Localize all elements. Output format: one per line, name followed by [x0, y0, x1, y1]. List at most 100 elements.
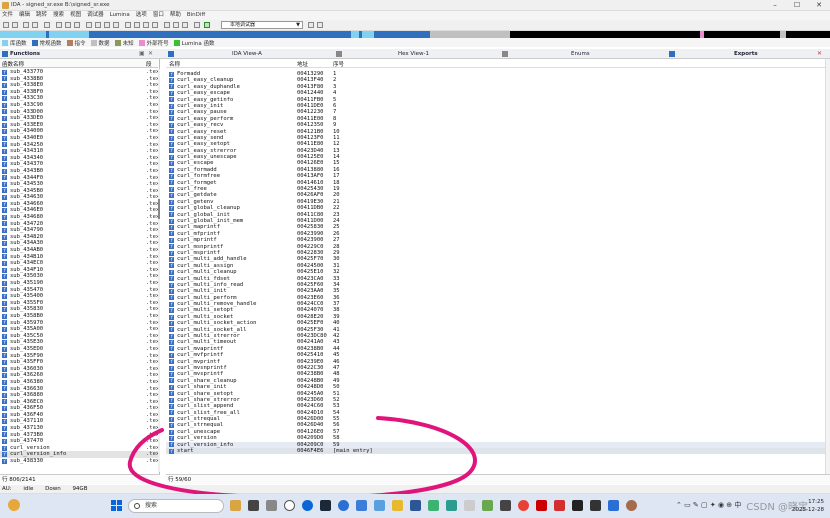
function-row[interactable]: f sub_4340E0 .tex — [0, 135, 159, 142]
rename-icon[interactable] — [173, 22, 179, 28]
debugger-select[interactable]: 本地调试器 ▼ — [221, 21, 303, 29]
menu-lumina[interactable]: Lumina — [110, 11, 130, 20]
app-taskbar-icon[interactable] — [464, 500, 475, 511]
function-row[interactable]: f sub_436630 .tex — [0, 386, 159, 393]
function-row[interactable]: f sub_433770 .tex — [0, 69, 159, 76]
attach-icon[interactable] — [317, 22, 323, 28]
function-row[interactable]: f sub_434F10 .tex — [0, 267, 159, 274]
function-row[interactable]: f sub_4358B0 .tex — [0, 313, 159, 320]
app-taskbar-icon[interactable] — [338, 500, 349, 511]
function-row[interactable]: f sub_435470 .tex — [0, 287, 159, 294]
menu-bindiff[interactable]: BinDiff — [187, 11, 205, 20]
function-icon[interactable] — [182, 22, 188, 28]
column-header-name[interactable]: 名称 — [169, 60, 180, 68]
function-row[interactable]: f sub_433DE0 .tex — [0, 115, 159, 122]
binary-search-icon[interactable] — [65, 22, 71, 28]
column-header-segment[interactable]: 段 — [146, 60, 152, 68]
function-row[interactable]: f sub_434790 .tex — [0, 227, 159, 234]
function-row[interactable]: f sub_435A00 .tex — [0, 326, 159, 333]
function-row[interactable]: f sub_434370 .tex — [0, 161, 159, 168]
function-row[interactable]: f sub_434720 .tex — [0, 221, 159, 228]
minimize-button[interactable]: – — [764, 0, 786, 11]
app-taskbar-icon[interactable] — [536, 500, 547, 511]
function-row[interactable]: f sub_433D00 .tex — [0, 109, 159, 116]
function-row[interactable]: f sub_436380 .tex — [0, 379, 159, 386]
function-row[interactable]: f sub_4338E0 .tex — [0, 82, 159, 89]
function-row[interactable]: f sub_435ED0 .tex — [0, 346, 159, 353]
jump-icon[interactable] — [44, 22, 50, 28]
wps-icon[interactable] — [554, 500, 565, 511]
function-row[interactable]: f sub_434530 .tex — [0, 181, 159, 188]
enum-icon[interactable] — [152, 22, 158, 28]
close-icon[interactable]: ✕ — [148, 50, 153, 57]
function-row[interactable]: f sub_434EC0 .tex — [0, 260, 159, 267]
app-taskbar-icon[interactable] — [248, 500, 259, 511]
function-row[interactable]: f sub_434340 .tex — [0, 155, 159, 162]
app-taskbar-icon[interactable] — [410, 500, 421, 511]
open-icon[interactable] — [3, 22, 9, 28]
function-row[interactable]: f sub_4345B0 .tex — [0, 188, 159, 195]
chrome-icon[interactable] — [518, 500, 529, 511]
system-tray[interactable]: ⌃ ▭ ✎ ▢ ✦ ◉ ⊕ 中 — [676, 500, 741, 510]
float-icon[interactable]: ▣ — [139, 50, 145, 57]
function-row[interactable]: f sub_433C30 .tex — [0, 95, 159, 102]
app-taskbar-icon[interactable] — [572, 500, 583, 511]
function-row[interactable]: f sub_4338B0 .tex — [0, 76, 159, 83]
edge-icon[interactable] — [302, 500, 313, 511]
app-taskbar-icon[interactable] — [626, 500, 637, 511]
ida-taskbar-icon[interactable] — [230, 500, 241, 511]
function-row[interactable]: f sub_434660 .tex — [0, 201, 159, 208]
close-icon[interactable]: ✕ — [817, 50, 822, 57]
undefine-icon[interactable] — [113, 22, 119, 28]
function-row[interactable]: f sub_4355F0 .tex — [0, 300, 159, 307]
menu-windows[interactable]: 窗口 — [153, 11, 164, 20]
save-icon[interactable] — [12, 22, 18, 28]
app-taskbar-icon[interactable] — [608, 500, 619, 511]
function-row[interactable]: f sub_434000 .tex — [0, 128, 159, 135]
function-row[interactable]: f sub_435C50 .tex — [0, 333, 159, 340]
menu-file[interactable]: 文件 — [2, 11, 13, 20]
run-icon[interactable] — [194, 22, 200, 28]
navigation-band[interactable] — [0, 31, 830, 38]
start-debug-icon[interactable] — [308, 22, 314, 28]
function-row[interactable]: f sub_434A30 .tex — [0, 240, 159, 247]
back-icon[interactable] — [23, 22, 29, 28]
app-taskbar-icon[interactable] — [428, 500, 439, 511]
menu-help[interactable]: 帮助 — [170, 11, 181, 20]
function-row[interactable]: f sub_436880 .tex — [0, 392, 159, 399]
play-icon[interactable] — [204, 22, 210, 28]
data-icon[interactable] — [95, 22, 101, 28]
xref-icon[interactable] — [134, 22, 140, 28]
menu-jump[interactable]: 跳转 — [36, 11, 47, 20]
menu-options[interactable]: 选项 — [136, 11, 147, 20]
app-taskbar-icon[interactable] — [374, 500, 385, 511]
function-row[interactable]: f sub_435400 .tex — [0, 293, 159, 300]
app-taskbar-icon[interactable] — [446, 500, 457, 511]
tab-exports[interactable]: Exports — [734, 50, 758, 59]
function-row[interactable]: f sub_434820 .tex — [0, 234, 159, 241]
column-header-ordinal[interactable]: 序号 — [333, 60, 344, 68]
menu-view[interactable]: 视图 — [70, 11, 81, 20]
text-search-icon[interactable] — [56, 22, 62, 28]
weather-icon[interactable] — [8, 499, 20, 511]
taskbar-search[interactable]: 搜索 — [128, 499, 224, 513]
app-taskbar-icon[interactable] — [590, 500, 601, 511]
function-row[interactable]: f sub_435FF0 .tex — [0, 359, 159, 366]
struct-icon[interactable] — [143, 22, 149, 28]
function-row[interactable]: f sub_435030 .tex — [0, 273, 159, 280]
app-taskbar-icon[interactable] — [266, 500, 277, 511]
immediate-search-icon[interactable] — [74, 22, 80, 28]
tab-hex-view[interactable]: Hex View-1 — [398, 50, 429, 59]
maximize-button[interactable]: ☐ — [786, 0, 808, 11]
tab-ida-view[interactable]: IDA View-A — [232, 50, 262, 59]
function-row[interactable]: f sub_435E30 .tex — [0, 339, 159, 346]
function-row[interactable]: f sub_436030 .tex — [0, 366, 159, 373]
function-row[interactable]: f sub_434310 .tex — [0, 148, 159, 155]
scrollbar-thumb[interactable] — [158, 199, 160, 219]
column-header-address[interactable]: 地址 — [297, 60, 308, 68]
function-row[interactable]: f sub_435190 .tex — [0, 280, 159, 287]
menu-debugger[interactable]: 调试器 — [87, 11, 104, 20]
function-row[interactable]: f sub_433BF0 .tex — [0, 89, 159, 96]
function-row[interactable]: f sub_435830 .tex — [0, 306, 159, 313]
menu-search[interactable]: 搜索 — [53, 11, 64, 20]
